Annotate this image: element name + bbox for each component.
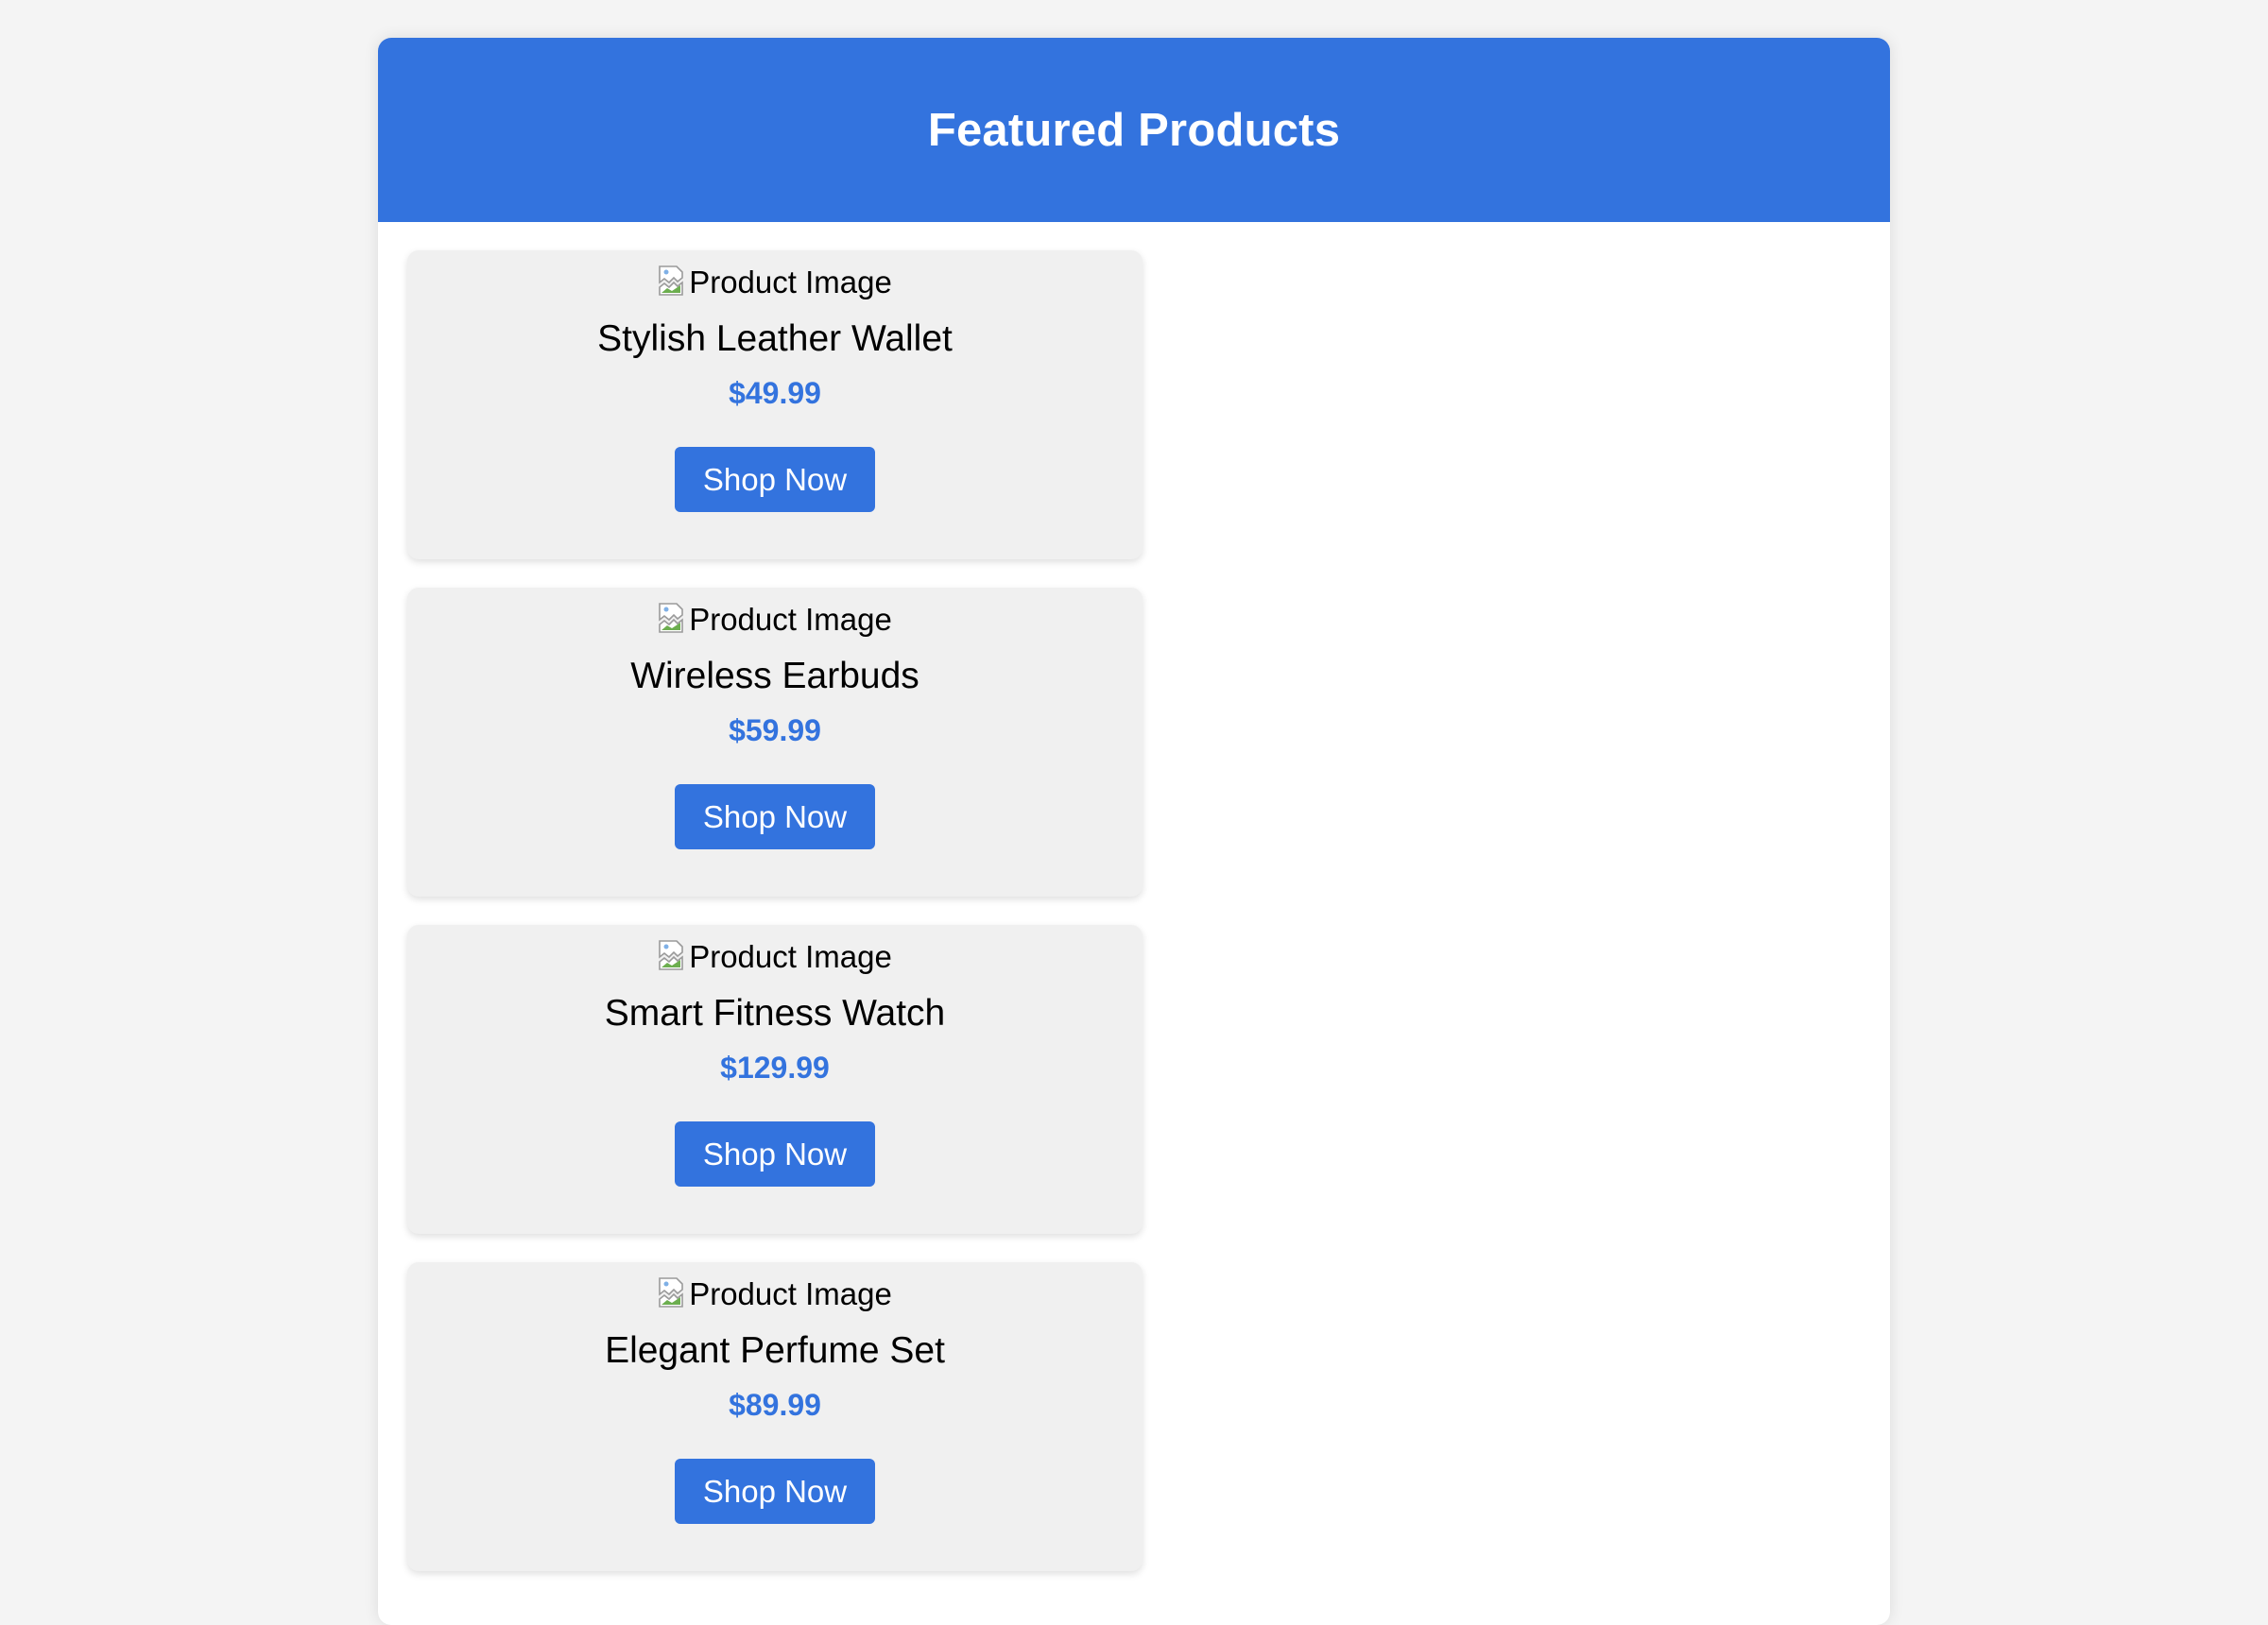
product-card: Product Image Wireless Earbuds $59.99 Sh… (407, 588, 1143, 897)
shop-now-button[interactable]: Shop Now (675, 1459, 875, 1524)
page-header: Featured Products (378, 38, 1890, 222)
product-image: Product Image (658, 601, 892, 639)
products-container: Featured Products Product Image Stylish … (378, 38, 1890, 1625)
product-price: $59.99 (729, 713, 821, 747)
product-name: Wireless Earbuds (630, 656, 919, 696)
shop-now-button[interactable]: Shop Now (675, 1121, 875, 1187)
broken-image-icon (659, 265, 683, 296)
product-image: Product Image (658, 264, 892, 301)
product-image-alt: Product Image (689, 939, 892, 974)
product-image: Product Image (658, 938, 892, 976)
product-price: $49.99 (729, 376, 821, 410)
product-price: $89.99 (729, 1388, 821, 1422)
shop-now-button[interactable]: Shop Now (675, 784, 875, 849)
broken-image-icon (659, 940, 683, 970)
product-name: Stylish Leather Wallet (597, 318, 953, 359)
broken-image-icon (659, 1277, 683, 1308)
product-name: Smart Fitness Watch (604, 993, 946, 1034)
product-image-alt: Product Image (689, 1276, 892, 1311)
product-image-alt: Product Image (689, 602, 892, 637)
product-price: $129.99 (720, 1051, 830, 1085)
product-name: Elegant Perfume Set (605, 1330, 945, 1371)
product-card: Product Image Smart Fitness Watch $129.9… (407, 925, 1143, 1234)
product-card: Product Image Elegant Perfume Set $89.99… (407, 1262, 1143, 1571)
product-list: Product Image Stylish Leather Wallet $49… (407, 250, 1143, 1599)
product-card: Product Image Stylish Leather Wallet $49… (407, 250, 1143, 559)
product-image-alt: Product Image (689, 265, 892, 299)
product-image: Product Image (658, 1275, 892, 1313)
shop-now-button[interactable]: Shop Now (675, 447, 875, 512)
broken-image-icon (659, 603, 683, 633)
page-title: Featured Products (927, 104, 1341, 156)
